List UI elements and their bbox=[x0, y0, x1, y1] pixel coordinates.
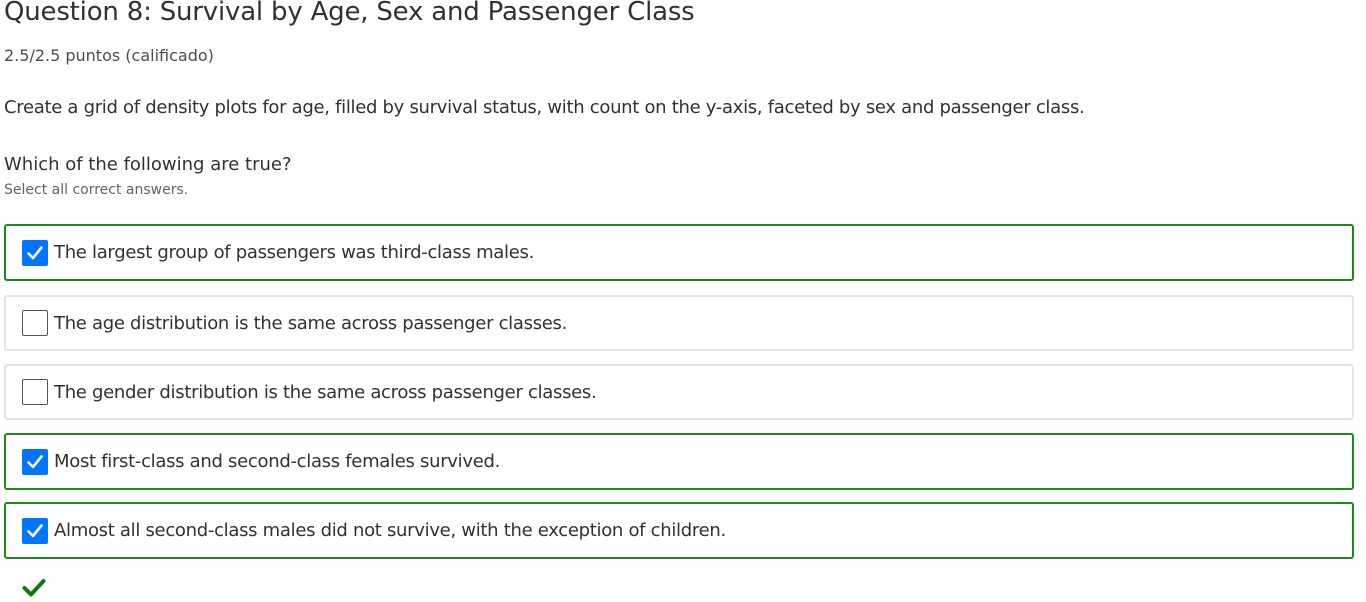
answer-option-label: The largest group of passengers was thir… bbox=[54, 242, 535, 263]
answer-option-label: The gender distribution is the same acro… bbox=[54, 381, 597, 403]
checkbox-empty-icon[interactable] bbox=[22, 379, 48, 405]
question-title: Question 8: Survival by Age, Sex and Pas… bbox=[4, 0, 695, 27]
answer-option-label: Most first-class and second-class female… bbox=[54, 451, 501, 472]
checkbox-checked-icon[interactable] bbox=[22, 239, 48, 266]
checkmark-icon bbox=[22, 578, 46, 602]
checkbox-checked-icon[interactable] bbox=[22, 517, 48, 544]
answer-option-label: The age distribution is the same across … bbox=[54, 312, 568, 334]
problem-container: Question 8: Survival by Age, Sex and Pas… bbox=[0, 0, 1366, 602]
answer-option-1[interactable]: The largest group of passengers was thir… bbox=[4, 224, 1354, 281]
answer-option-4[interactable]: Most first-class and second-class female… bbox=[4, 433, 1354, 490]
points-status: 2.5/2.5 puntos (calificado) bbox=[4, 46, 214, 65]
question-prompt: Create a grid of density plots for age, … bbox=[4, 97, 1085, 118]
question-ask: Which of the following are true? bbox=[4, 154, 292, 175]
answer-option-2[interactable]: The age distribution is the same across … bbox=[4, 295, 1354, 351]
answer-option-3[interactable]: The gender distribution is the same acro… bbox=[4, 364, 1354, 420]
answer-option-label: Almost all second-class males did not su… bbox=[54, 520, 726, 541]
checkbox-checked-icon[interactable] bbox=[22, 448, 48, 475]
checkbox-empty-icon[interactable] bbox=[22, 310, 48, 336]
answer-option-5[interactable]: Almost all second-class males did not su… bbox=[4, 502, 1354, 559]
select-all-hint: Select all correct answers. bbox=[4, 182, 189, 198]
